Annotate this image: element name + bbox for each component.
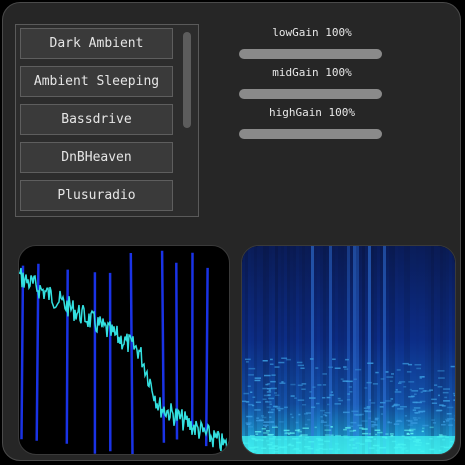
mid-gain-slider[interactable] (239, 89, 382, 99)
low-gain-slider[interactable] (239, 49, 382, 59)
station-button-dark-ambient[interactable]: Dark Ambient (20, 28, 173, 59)
station-button-ambient-sleeping[interactable]: Ambient Sleeping (20, 66, 173, 97)
spectrum-line (19, 267, 229, 453)
player-window: Dark Ambient Ambient Sleeping Bassdrive … (2, 2, 461, 461)
spectrogram-canvas (242, 246, 455, 454)
spectrogram-visualizer (241, 245, 456, 455)
low-gain-label: lowGain 100% (272, 26, 352, 39)
station-button-bassdrive[interactable]: Bassdrive (20, 104, 173, 135)
waveform-lines (20, 250, 209, 454)
high-gain-label: highGain 100% (268, 106, 356, 119)
station-list: Dark Ambient Ambient Sleeping Bassdrive … (15, 24, 199, 217)
station-list-scrollbar[interactable] (183, 32, 191, 128)
spectrum-waveform-visualizer (18, 245, 230, 455)
mid-gain-label: midGain 100% (272, 66, 352, 79)
high-gain-slider[interactable] (239, 129, 382, 139)
station-button-dnbheaven[interactable]: DnBHeaven (20, 142, 173, 173)
waveform-canvas (19, 250, 229, 454)
station-button-plusuradio[interactable]: Plusuradio (20, 180, 173, 211)
